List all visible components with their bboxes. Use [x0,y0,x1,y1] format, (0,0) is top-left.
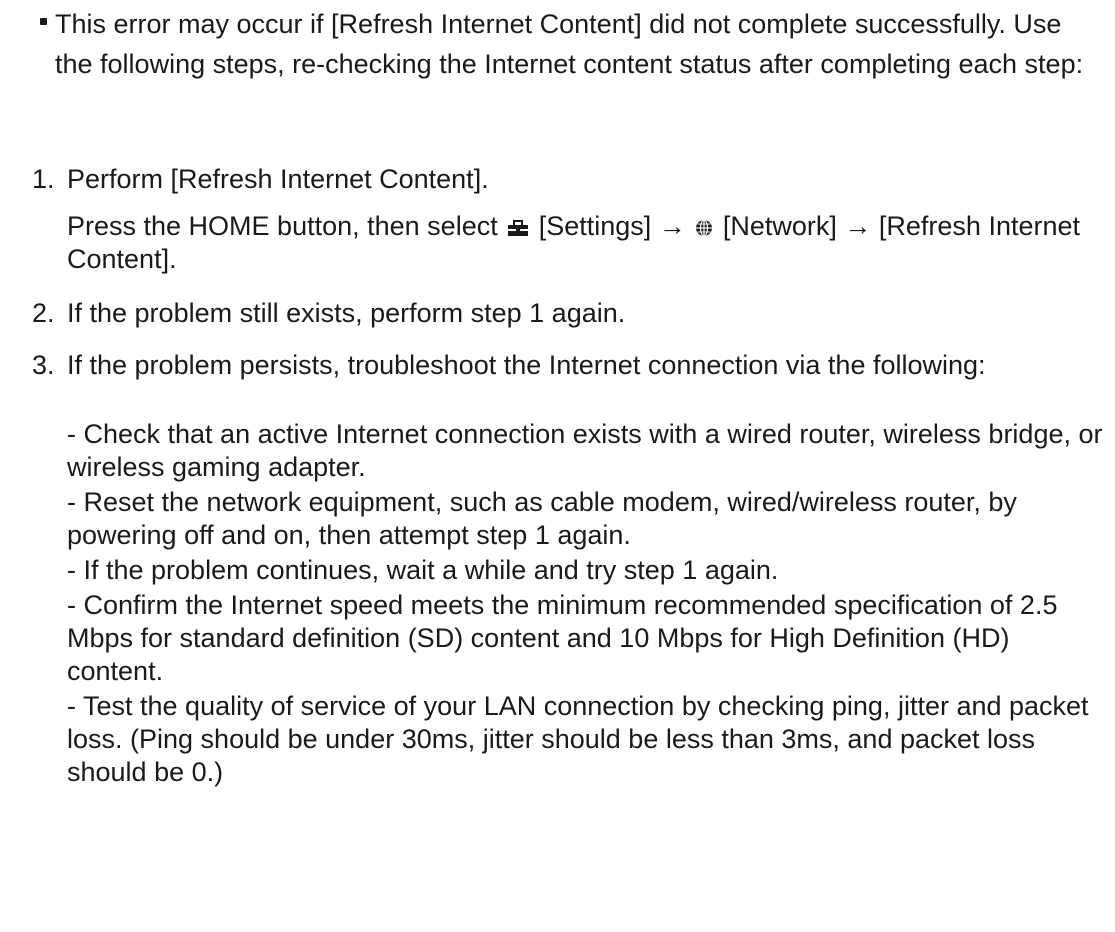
intro-note: This error may occur if [Refresh Interne… [40,4,1100,84]
step-3-detail: - Check that an active Internet connecti… [67,418,1107,791]
list-item: - Reset the network equipment, such as c… [67,487,1017,550]
step-number: 3. [32,350,55,380]
globe-icon [696,219,713,237]
list-item: - If the problem continues, wait a while… [67,555,779,585]
step-title: If the problem persists, troubleshoot th… [67,350,986,380]
step-3: 3. If the problem persists, troubleshoot… [32,349,1107,382]
step-1-detail: Press the HOME button, then select [Sett… [67,210,1107,276]
step-title: Perform [Refresh Internet Content]. [67,164,489,194]
list-item: - Confirm the Internet speed meets the m… [67,590,1058,686]
network-label: [Network] → [722,211,872,241]
step-2: 2. If the problem still exists, perform … [32,297,1107,330]
settings-label: [Settings] → [538,211,686,241]
intro-text: This error may occur if [Refresh Interne… [55,9,1084,79]
step-title: If the problem still exists, perform ste… [67,298,626,328]
step-number: 1. [32,164,55,194]
step-1: 1. Perform [Refresh Internet Content]. [32,163,1107,196]
step-number: 2. [32,298,55,328]
list-item: - Check that an active Internet connecti… [67,419,1103,482]
list-item: - Test the quality of service of your LA… [67,691,1089,787]
toolbox-icon [508,220,529,236]
step-1-detail-pre: Press the HOME button, then select [67,211,498,241]
bullet-icon [40,18,47,25]
